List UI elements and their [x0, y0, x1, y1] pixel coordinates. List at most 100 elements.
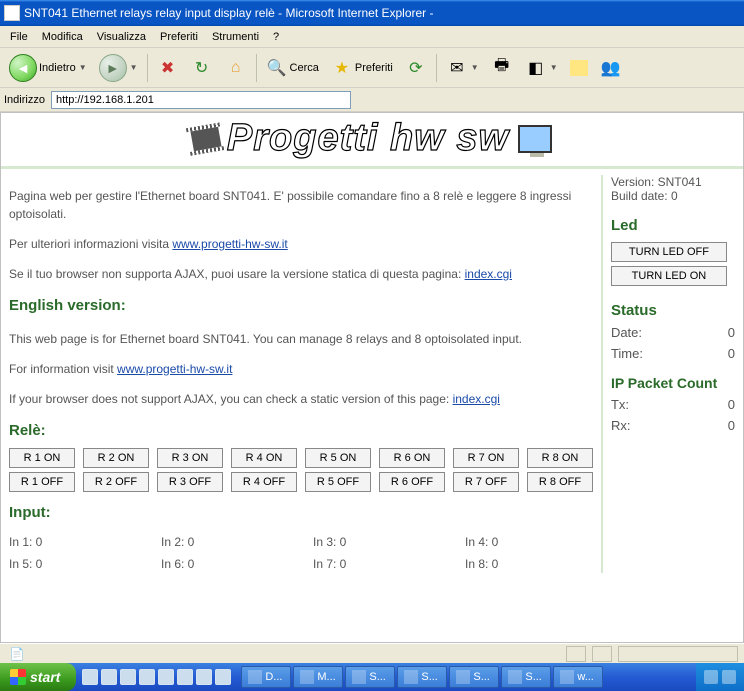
intro-it: Pagina web per gestire l'Ethernet board … [9, 187, 593, 223]
task-button[interactable]: S... [449, 666, 499, 688]
divider [436, 54, 437, 82]
back-icon: ◄ [9, 54, 37, 82]
tray-icon[interactable] [722, 670, 736, 684]
ql-ie-icon[interactable] [82, 669, 98, 685]
home-button[interactable]: ⌂ [220, 54, 252, 82]
menu-help[interactable]: ? [267, 29, 285, 45]
stop-button[interactable]: ✖ [152, 54, 184, 82]
led-off-button[interactable]: TURN LED OFF [611, 242, 727, 262]
rele-on-row: R 1 ON R 2 ON R 3 ON R 4 ON R 5 ON R 6 O… [9, 448, 593, 468]
r5-off-button[interactable]: R 5 OFF [305, 472, 371, 492]
menu-favorites[interactable]: Preferiti [154, 29, 204, 45]
led-heading: Led [611, 217, 735, 234]
task-button[interactable]: S... [501, 666, 551, 688]
star-icon: ★ [331, 57, 353, 79]
back-button[interactable]: ◄ Indietro ▼ [4, 51, 92, 85]
task-button[interactable]: w... [553, 666, 603, 688]
date-value: 0 [728, 325, 735, 340]
ql-app-icon[interactable] [196, 669, 212, 685]
divider [1, 166, 743, 169]
r8-on-button[interactable]: R 8 ON [527, 448, 593, 468]
app-icon [248, 670, 262, 684]
ql-desktop-icon[interactable] [101, 669, 117, 685]
address-input[interactable] [51, 91, 351, 109]
led-on-button[interactable]: TURN LED ON [611, 266, 727, 286]
task-button[interactable]: S... [397, 666, 447, 688]
r4-off-button[interactable]: R 4 OFF [231, 472, 297, 492]
r8-off-button[interactable]: R 8 OFF [527, 472, 593, 492]
r3-on-button[interactable]: R 3 ON [157, 448, 223, 468]
tx-label: Tx: [611, 397, 629, 412]
r4-on-button[interactable]: R 4 ON [231, 448, 297, 468]
ql-app-icon[interactable] [177, 669, 193, 685]
app-icon [508, 670, 522, 684]
date-label: Date: [611, 325, 642, 340]
r7-on-button[interactable]: R 7 ON [453, 448, 519, 468]
browser-statusbar: 📄 [0, 643, 744, 663]
toolbar: ◄ Indietro ▼ ► ▼ ✖ ↻ ⌂ 🔍Cerca ★Preferiti… [0, 48, 744, 88]
ql-app-icon[interactable] [158, 669, 174, 685]
address-label: Indirizzo [4, 94, 45, 106]
index-link-en[interactable]: index.cgi [453, 392, 500, 406]
input-1: In 1: 0 [9, 533, 137, 551]
history-button[interactable]: ⟳ [400, 54, 432, 82]
r6-on-button[interactable]: R 6 ON [379, 448, 445, 468]
r3-off-button[interactable]: R 3 OFF [157, 472, 223, 492]
menu-file[interactable]: File [4, 29, 34, 45]
ajax-it: Se il tuo browser non supporta AJAX, puo… [9, 265, 593, 283]
forward-button[interactable]: ► ▼ [94, 51, 143, 85]
r1-off-button[interactable]: R 1 OFF [9, 472, 75, 492]
r1-on-button[interactable]: R 1 ON [9, 448, 75, 468]
input-8: In 8: 0 [465, 555, 593, 573]
r5-on-button[interactable]: R 5 ON [305, 448, 371, 468]
status-cell [592, 646, 612, 662]
history-icon: ⟳ [405, 57, 427, 79]
ip-heading: IP Packet Count [611, 375, 735, 391]
start-label: start [30, 669, 60, 685]
messenger-button[interactable]: 👥 [595, 54, 627, 82]
discuss-button[interactable] [565, 57, 593, 79]
menu-edit[interactable]: Modifica [36, 29, 89, 45]
ql-app-icon[interactable] [215, 669, 231, 685]
menu-tools[interactable]: Strumenti [206, 29, 265, 45]
task-buttons: D... M... S... S... S... S... w... [237, 666, 696, 688]
r2-on-button[interactable]: R 2 ON [83, 448, 149, 468]
index-link[interactable]: index.cgi [465, 267, 512, 281]
edit-button[interactable]: ◧▼ [520, 54, 563, 82]
refresh-button[interactable]: ↻ [186, 54, 218, 82]
print-button[interactable]: 🖶 [486, 54, 518, 82]
time-label: Time: [611, 346, 643, 361]
chevron-down-icon: ▼ [79, 63, 87, 72]
task-button[interactable]: S... [345, 666, 395, 688]
page-icon: 📄 [6, 643, 28, 665]
input-7: In 7: 0 [313, 555, 441, 573]
ql-app-icon[interactable] [120, 669, 136, 685]
app-icon [560, 670, 574, 684]
r7-off-button[interactable]: R 7 OFF [453, 472, 519, 492]
task-button[interactable]: M... [293, 666, 343, 688]
menu-view[interactable]: Visualizza [91, 29, 152, 45]
ie-icon [4, 5, 20, 21]
intro-en: This web page is for Ethernet board SNT0… [9, 330, 593, 348]
status-cell [566, 646, 586, 662]
side-column: Version: SNT041 Build date: 0 Led TURN L… [611, 175, 735, 573]
chevron-down-icon: ▼ [471, 63, 479, 72]
note-icon [570, 60, 588, 76]
r6-off-button[interactable]: R 6 OFF [379, 472, 445, 492]
site-link-en[interactable]: www.progetti-hw-sw.it [117, 362, 232, 376]
task-button[interactable]: D... [241, 666, 291, 688]
favorites-button[interactable]: ★Preferiti [326, 54, 398, 82]
site-link[interactable]: www.progetti-hw-sw.it [172, 237, 287, 251]
address-bar: Indirizzo [0, 88, 744, 112]
input-3: In 3: 0 [313, 533, 441, 551]
ql-app-icon[interactable] [139, 669, 155, 685]
system-tray[interactable] [696, 663, 744, 691]
banner-text: Progetti hw sw [227, 117, 509, 160]
r2-off-button[interactable]: R 2 OFF [83, 472, 149, 492]
search-button[interactable]: 🔍Cerca [261, 54, 324, 82]
english-heading: English version: [9, 295, 593, 318]
start-button[interactable]: start [0, 663, 76, 691]
tray-icon[interactable] [704, 670, 718, 684]
mail-button[interactable]: ✉▼ [441, 54, 484, 82]
taskbar: start D... M... S... S... S... S... w... [0, 663, 744, 691]
